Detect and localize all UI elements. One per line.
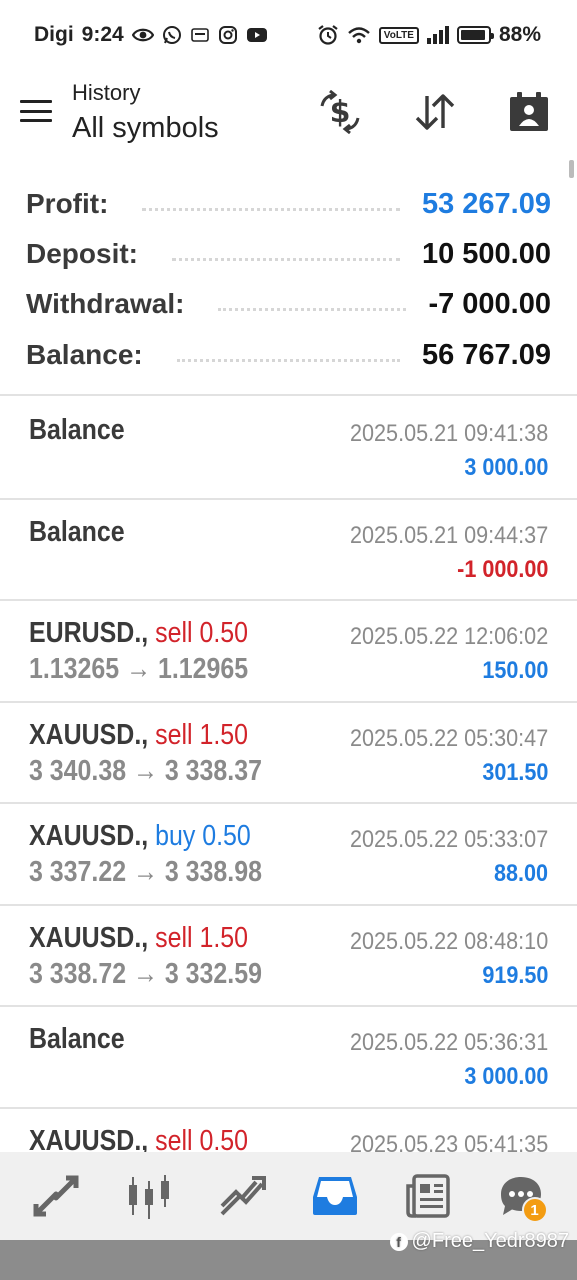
row-symbol: XAUUSD.,: [29, 921, 149, 954]
app-header: History All symbols $: [0, 70, 577, 170]
carrier-label: Digi: [34, 23, 74, 46]
history-row-trade[interactable]: XAUUSD., sell 1.50 3 338.72 → 3 332.59 2…: [0, 906, 577, 1007]
balance-row: Balance: 56 767.09: [26, 335, 551, 375]
signal-icon: [426, 26, 449, 44]
row-time: 2025.05.22 05:30:47: [349, 724, 548, 752]
clock: 9:24: [81, 23, 124, 46]
row-title: XAUUSD., sell 1.50: [29, 922, 248, 955]
facebook-icon: f: [389, 1232, 408, 1251]
row-amount: -1 000.00: [456, 555, 548, 583]
profit-row: Profit: 53 267.09: [26, 184, 551, 224]
header-subtitle: History: [72, 80, 141, 105]
deposit-label: Deposit:: [26, 238, 138, 269]
messages-icon[interactable]: 1: [486, 1161, 556, 1231]
row-time: 2025.05.22 05:33:07: [349, 826, 548, 853]
row-symbol: XAUUSD.,: [29, 718, 149, 751]
sort-icon[interactable]: [411, 90, 459, 134]
row-symbol: XAUUSD.,: [29, 820, 149, 852]
row-time: 2025.05.22 05:36:31: [349, 1029, 548, 1056]
battery-percent: 88%: [498, 23, 541, 46]
history-row-balance[interactable]: Balance 2025.05.21 09:44:37 -1 000.00: [0, 500, 577, 601]
deposit-row: Deposit: 10 500.00: [26, 234, 551, 274]
row-title: Balance: [29, 515, 125, 548]
withdrawal-label: Withdrawal:: [26, 288, 185, 319]
temu-icon: [190, 26, 210, 44]
history-row-trade[interactable]: XAUUSD., sell 1.50 3 340.38 → 3 338.37 2…: [0, 703, 577, 804]
chart-icon[interactable]: [114, 1161, 184, 1231]
row-time: 2025.05.21 09:41:38: [349, 420, 548, 447]
history-row-balance[interactable]: Balance 2025.05.22 05:36:31 3 000.00: [0, 1007, 577, 1109]
wifi-icon: [347, 25, 371, 45]
dotted-leader: [218, 307, 407, 311]
dotted-leader: [172, 257, 400, 261]
row-title: XAUUSD., sell 1.50: [29, 719, 248, 752]
history-row-trade[interactable]: XAUUSD., buy 0.50 3 337.22 → 3 338.98 20…: [0, 804, 577, 906]
quotes-icon[interactable]: [21, 1161, 91, 1231]
row-side: sell 1.50: [155, 718, 249, 751]
row-amount: 150.00: [481, 657, 548, 684]
currency-swap-icon[interactable]: $: [316, 90, 364, 134]
row-time: 2025.05.22 08:48:10: [349, 927, 548, 955]
status-bar-left: Digi 9:24: [34, 23, 268, 47]
calendar-icon[interactable]: [505, 90, 553, 134]
row-amount: 3 000.00: [463, 454, 548, 481]
profit-label: Profit:: [26, 188, 109, 219]
eye-icon: [131, 27, 154, 43]
row-amount: 3 000.00: [463, 1063, 548, 1090]
row-title: Balance: [29, 414, 125, 446]
row-title: Balance: [29, 1023, 125, 1055]
row-prices: 3 337.22 → 3 338.98: [29, 856, 262, 888]
alarm-icon: [317, 24, 339, 46]
bottom-navigation: 1: [0, 1152, 577, 1240]
profit-value: 53 267.09: [421, 187, 551, 220]
trade-icon[interactable]: [207, 1161, 277, 1231]
history-row-trade[interactable]: EURUSD., sell 0.50 1.13265 → 1.12965 202…: [0, 601, 577, 703]
withdrawal-value: -7 000.00: [428, 287, 551, 320]
dotted-leader: [176, 358, 400, 362]
row-time: 2025.05.21 09:44:37: [349, 521, 548, 549]
deposit-value: 10 500.00: [421, 237, 551, 270]
svg-text:$: $: [330, 95, 351, 130]
row-prices: 3 340.38 → 3 338.37: [29, 754, 262, 787]
battery-icon: [456, 26, 494, 44]
history-icon[interactable]: [300, 1161, 370, 1231]
row-symbol: EURUSD.,: [29, 617, 149, 649]
row-title: EURUSD., sell 0.50: [29, 617, 248, 650]
row-amount: 301.50: [481, 758, 548, 786]
summary-panel: Profit: 53 267.09 Deposit: 10 500.00 Wit…: [0, 178, 577, 396]
whatsapp-icon: [162, 25, 182, 45]
instagram-icon: [218, 25, 238, 45]
youtube-icon: [246, 27, 268, 43]
balance-value: 56 767.09: [421, 338, 551, 371]
row-amount: 88.00: [493, 860, 548, 887]
status-bar: Digi 9:24 VoLTE 88%: [0, 0, 577, 70]
notification-badge: 1: [521, 1197, 548, 1223]
history-row-balance[interactable]: Balance 2025.05.21 09:41:38 3 000.00: [0, 398, 577, 500]
withdrawal-row: Withdrawal: -7 000.00: [26, 284, 551, 324]
watermark: f @Free_Yedr8987: [389, 1230, 569, 1253]
row-side: buy 0.50: [155, 820, 251, 852]
scrollbar[interactable]: [569, 160, 574, 178]
dotted-leader: [142, 207, 400, 211]
row-time: 2025.05.22 12:06:02: [349, 623, 548, 650]
row-title: XAUUSD., buy 0.50: [29, 820, 251, 853]
row-amount: 919.50: [481, 961, 548, 989]
row-prices: 1.13265 → 1.12965: [29, 653, 249, 685]
balance-label: Balance:: [26, 339, 143, 370]
row-prices: 3 338.72 → 3 332.59: [29, 957, 262, 990]
volte-icon: VoLTE: [378, 26, 419, 44]
row-side: sell 0.50: [155, 617, 249, 649]
watermark-text: @Free_Yedr8987: [411, 1230, 569, 1252]
menu-icon[interactable]: [20, 100, 52, 122]
status-bar-right: VoLTE 88%: [317, 23, 541, 47]
history-list: Balance 2025.05.21 09:41:38 3 000.00 Bal…: [0, 398, 577, 1210]
row-side: sell 1.50: [155, 921, 249, 954]
news-icon[interactable]: [393, 1161, 463, 1231]
header-title[interactable]: All symbols: [72, 112, 219, 145]
